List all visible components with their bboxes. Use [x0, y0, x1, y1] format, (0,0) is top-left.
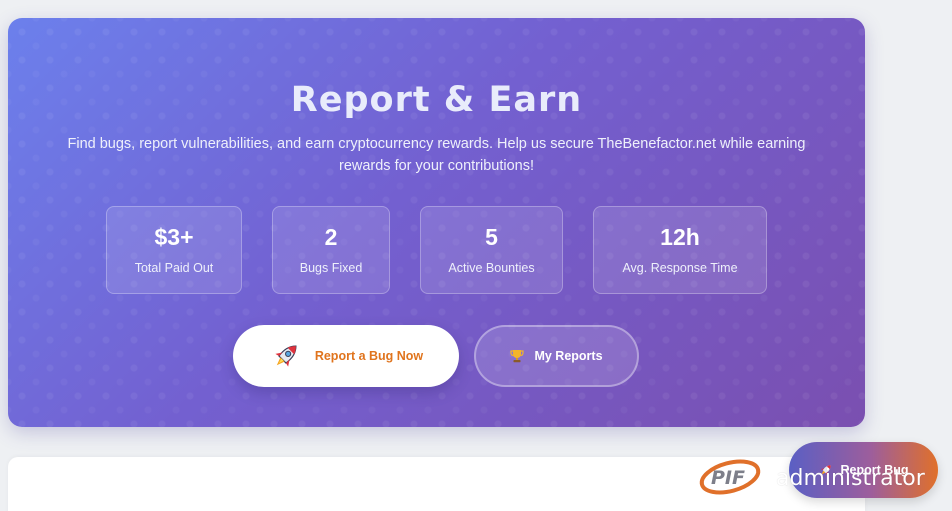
svg-text:PIF: PIF: [711, 467, 745, 489]
user-name: administrator: [776, 466, 925, 491]
my-reports-label: My Reports: [534, 349, 603, 363]
stat-value: 12h: [660, 224, 700, 250]
pif-logo: PIF: [697, 455, 763, 499]
stat-card-response-time: 12h Avg. Response Time: [593, 206, 767, 294]
hero-subtitle: Find bugs, report vulnerabilities, and e…: [67, 136, 806, 174]
stat-card-bugs-fixed: 2 Bugs Fixed: [272, 206, 390, 294]
stat-label: Avg. Response Time: [622, 261, 738, 275]
stat-value: $3+: [154, 224, 194, 250]
stat-card-active-bounties: 5 Active Bounties: [420, 206, 563, 294]
trophy-icon: [510, 349, 525, 363]
stat-value: 5: [485, 224, 498, 250]
page-title: Report & Earn: [290, 80, 583, 120]
my-reports-button[interactable]: My Reports: [474, 325, 639, 387]
stat-label: Total Paid Out: [134, 261, 214, 275]
stat-value: 2: [324, 224, 338, 250]
report-bug-button[interactable]: Report a Bug Now: [233, 325, 459, 387]
stat-card-total-paid: $3+ Total Paid Out: [106, 206, 242, 294]
rocket-icon: [269, 339, 303, 373]
stat-label: Active Bounties: [448, 261, 535, 275]
hero-banner: Report & Earn Find bugs, report vulnerab…: [8, 18, 865, 427]
stat-label: Bugs Fixed: [299, 261, 363, 275]
report-bug-label: Report a Bug Now: [314, 349, 424, 363]
